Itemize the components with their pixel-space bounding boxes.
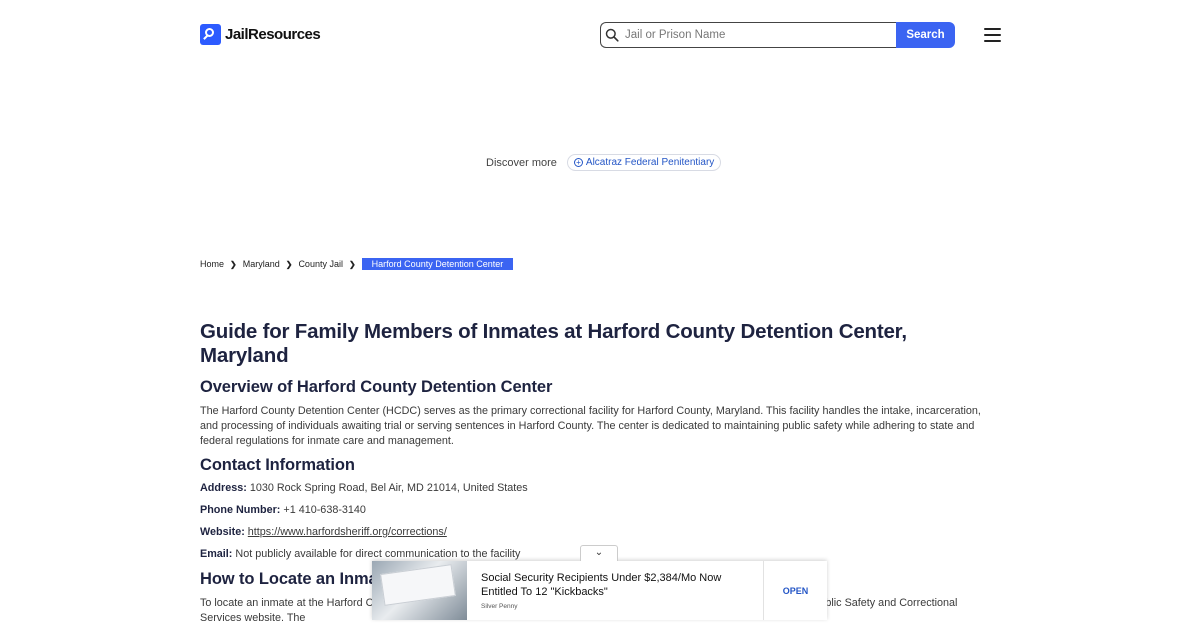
discover-chip-label: Alcatraz Federal Penitentiary — [585, 157, 715, 168]
search-field[interactable] — [600, 22, 896, 48]
chevron-right-icon: ❯ — [230, 259, 237, 269]
ad-title[interactable]: Social Security Recipients Under $2,384/… — [481, 571, 749, 599]
phone-label: Phone Number: — [200, 504, 281, 516]
search-bar: Search — [600, 22, 955, 48]
ad-open-button[interactable]: OPEN — [763, 561, 827, 620]
search-icon — [605, 28, 619, 42]
chevron-right-icon: ❯ — [285, 259, 293, 269]
phone-row: Phone Number: +1 410-638-3140 — [200, 504, 1000, 517]
breadcrumb-home[interactable]: Home — [200, 259, 224, 269]
search-input[interactable] — [623, 28, 887, 42]
email-value: Not publicly available for direct commun… — [235, 548, 521, 560]
website-link[interactable]: https://www.harfordsheriff.org/correctio… — [248, 526, 447, 538]
discover-chip[interactable]: + Alcatraz Federal Penitentiary — [566, 154, 722, 171]
logo-icon — [200, 24, 221, 45]
overview-heading: Overview of Harford County Detention Cen… — [200, 378, 553, 396]
search-button[interactable]: Search — [896, 22, 955, 48]
discover-label: Discover more — [486, 156, 557, 169]
discover-more: Discover more + Alcatraz Federal Peniten… — [486, 154, 722, 171]
website-label: Website: — [200, 526, 245, 538]
ad-image[interactable] — [372, 561, 467, 620]
sticky-ad[interactable]: ⌄ Social Security Recipients Under $2,38… — [372, 545, 827, 620]
ad-body[interactable]: Social Security Recipients Under $2,384/… — [467, 561, 763, 620]
ad-source: Silver Penny — [481, 603, 518, 610]
address-value: 1030 Rock Spring Road, Bel Air, MD 21014… — [249, 482, 528, 494]
contact-heading: Contact Information — [200, 456, 355, 474]
page-title: Guide for Family Members of Inmates at H… — [200, 320, 907, 367]
breadcrumb-current: Harford County Detention Center — [361, 258, 514, 270]
breadcrumb: Home ❯ Maryland ❯ County Jail ❯ Harford … — [200, 258, 514, 270]
website-row: Website: https://www.harfordsheriff.org/… — [200, 526, 1000, 539]
phone-value: +1 410-638-3140 — [283, 504, 366, 516]
logo-text: JailResources — [225, 26, 321, 43]
chevron-right-icon: ❯ — [348, 259, 356, 269]
site-logo[interactable]: JailResources — [200, 24, 321, 45]
address-row: Address: 1030 Rock Spring Road, Bel Air,… — [200, 482, 1000, 495]
chevron-down-icon[interactable]: ⌄ — [580, 545, 618, 561]
hamburger-menu-icon[interactable] — [984, 28, 1001, 42]
plus-icon: + — [573, 158, 583, 167]
breadcrumb-maryland[interactable]: Maryland — [243, 259, 280, 269]
breadcrumb-county-jail[interactable]: County Jail — [298, 259, 343, 269]
overview-text: The Harford County Detention Center (HCD… — [200, 405, 981, 447]
email-label: Email: — [200, 548, 233, 560]
address-label: Address: — [200, 482, 247, 494]
